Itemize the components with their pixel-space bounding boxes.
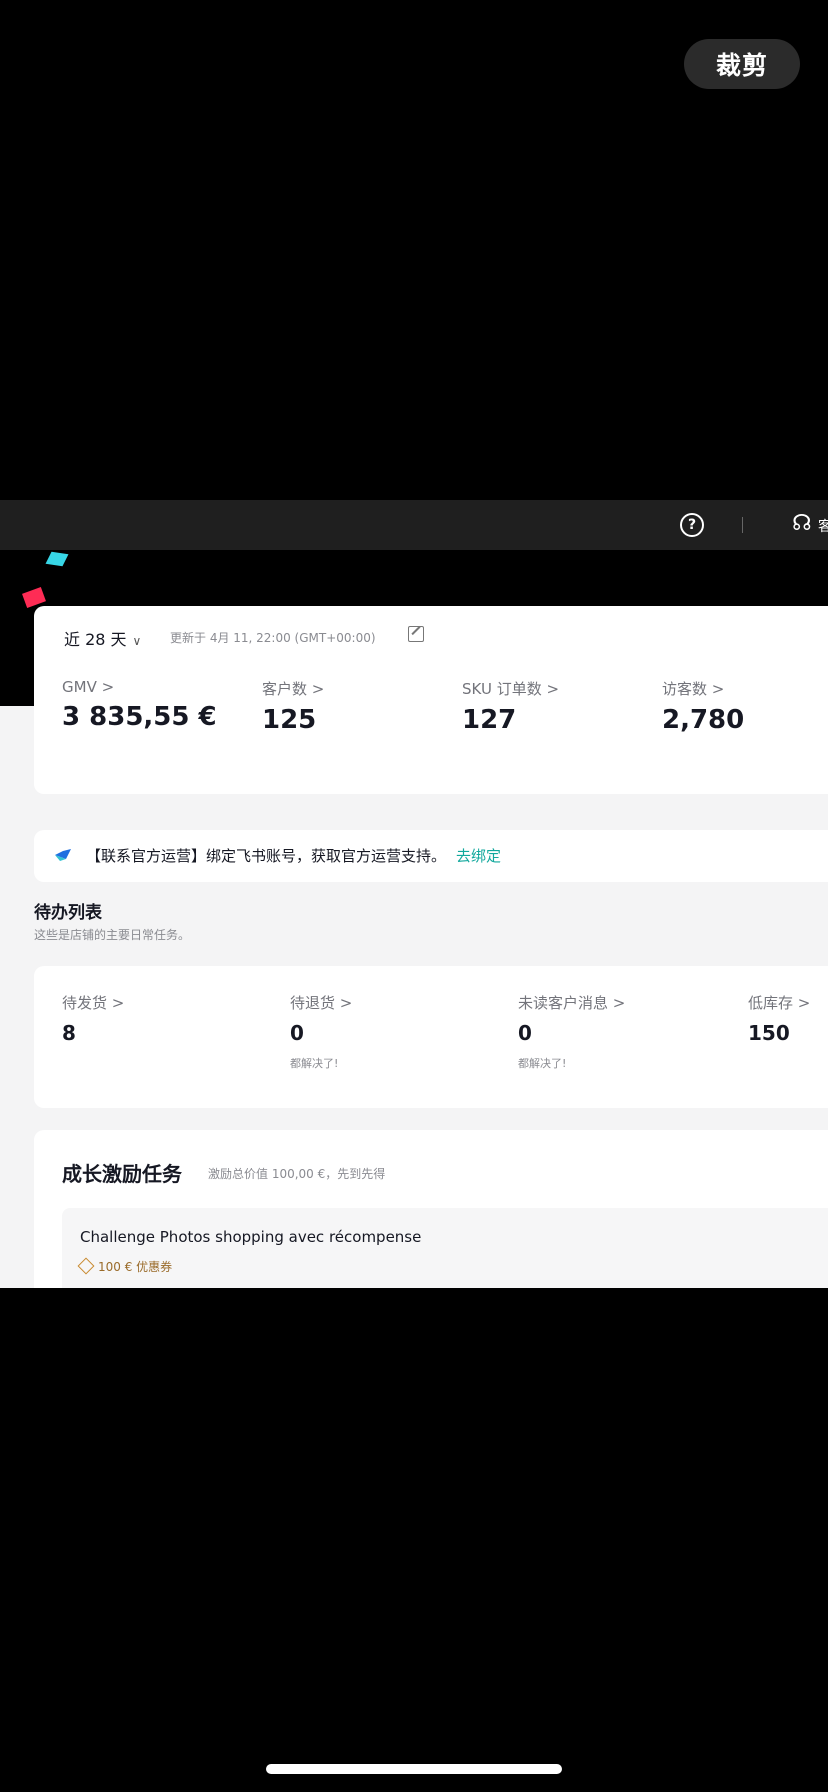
metric-visitors[interactable]: 访客数 > 2,780 [662,678,744,735]
feishu-logo-icon [55,849,71,861]
chevron-down-icon: ∨ [132,634,142,648]
metric-customers[interactable]: 客户数 > 125 [262,678,324,735]
date-range-select[interactable]: 近 28 天 ∨ [64,626,141,650]
headset-icon[interactable]: ☊ [792,511,812,536]
bind-link[interactable]: 去绑定 [456,847,501,865]
todo-title: 待办列表 [34,903,102,923]
task-title: Challenge Photos shopping avec récompens… [80,1228,422,1246]
todo-unread-messages[interactable]: 未读客户消息 > 0 都解决了! [518,992,625,1071]
todo-returns[interactable]: 待退货 > 0 都解决了! [290,992,352,1071]
notice-text: 【联系官方运营】绑定飞书账号，获取官方运营支持。 [86,847,447,865]
screenshot-content: ? ☊ 客 近 28 天 ∨ 更新于 4月 11, 22:00 (GMT+00:0… [0,500,828,1288]
todo-subtitle: 这些是店铺的主要日常任务。 [34,928,191,942]
top-bar: ? ☊ 客 [0,500,828,550]
task-item[interactable]: Challenge Photos shopping avec récompens… [62,1208,828,1288]
metric-gmv[interactable]: GMV > 3 835,55 € [62,678,217,732]
crop-button[interactable]: 裁剪 [684,39,800,89]
metrics-card: 近 28 天 ∨ 更新于 4月 11, 22:00 (GMT+00:00) GMV… [34,606,828,794]
divider [742,517,743,533]
growth-title: 成长激励任务 [62,1162,182,1186]
coupon-icon [77,1257,95,1275]
metric-sku-orders[interactable]: SKU 订单数 > 127 [462,678,559,735]
notice-bar: 【联系官方运营】绑定飞书账号，获取官方运营支持。 去绑定 [34,830,828,882]
todo-to-ship[interactable]: 待发货 > 8 [62,992,124,1045]
help-icon[interactable]: ? [680,513,704,537]
coupon-badge: 100 € 优惠券 [77,1257,172,1275]
home-indicator[interactable] [266,1764,562,1774]
growth-subtitle: 激励总价值 100,00 €，先到先得 [208,1167,386,1181]
update-time: 更新于 4月 11, 22:00 (GMT+00:00) [170,631,376,645]
topbar-cut-text: 客 [818,519,828,535]
edit-icon[interactable] [408,626,424,642]
growth-card: 成长激励任务 激励总价值 100,00 €，先到先得 Challenge Pho… [34,1130,828,1288]
todo-low-stock[interactable]: 低库存 > 150 [748,992,810,1045]
todo-card: 待发货 > 8 待退货 > 0 都解决了! 未读客户消息 > 0 都解决了! 低… [34,966,828,1108]
